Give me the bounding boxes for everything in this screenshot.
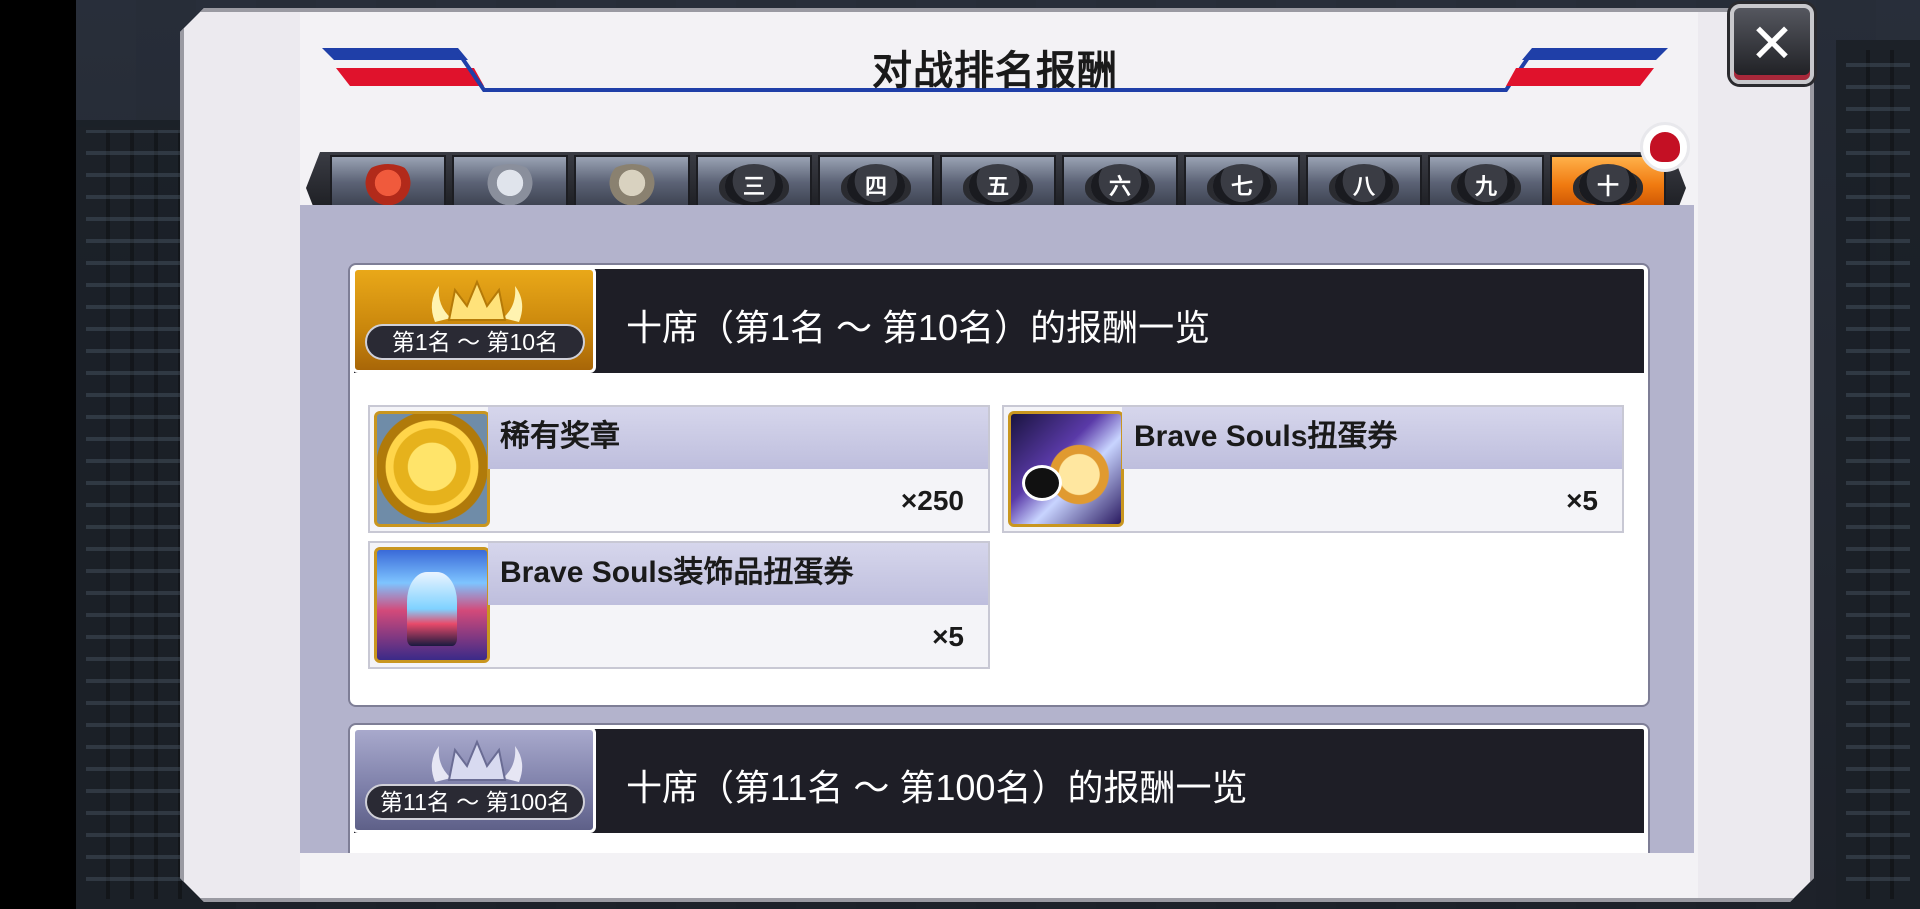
reward-quantity: ×5 [1566, 485, 1598, 516]
rank-range-label: 第1名 ～ 第10名 [365, 324, 585, 360]
crown-icon [431, 279, 523, 322]
tab-label: 八 [1335, 164, 1393, 206]
section-header: 第1名 ～ 第10名 十席（第1名 ～ 第10名）的报酬一览 [352, 267, 1644, 373]
gacha-ticket-icon [1008, 411, 1124, 527]
reward-item: Brave Souls扭蛋券 ×5 [1002, 405, 1624, 533]
reward-quantity: ×5 [932, 621, 964, 652]
rare-medal-icon [374, 411, 490, 527]
tab-label: 六 [1091, 164, 1149, 206]
dialog-header: 对战排名报酬 [322, 38, 1668, 98]
section-title: 十席（第1名 ～ 第10名）的报酬一览 [626, 307, 1211, 348]
rank-range-label: 第11名 ～ 第100名 [365, 784, 585, 820]
reward-item: Brave Souls装饰品扭蛋券 ×5 [368, 541, 990, 669]
tab-label: 四 [847, 164, 905, 206]
rank-emblem-bronze-icon [603, 164, 661, 206]
reward-quantity: ×250 [900, 485, 964, 516]
tab-label: 十 [1579, 164, 1637, 206]
tab-label: 三 [725, 164, 783, 206]
section-title: 十席（第11名 ～ 第100名）的报酬一览 [626, 767, 1248, 808]
reward-name: Brave Souls装饰品扭蛋券 [488, 543, 988, 605]
reward-item: 稀有奖章 ×250 [368, 405, 990, 533]
background-building [1836, 40, 1920, 909]
reward-name: Brave Souls扭蛋券 [1122, 407, 1622, 469]
section-body [354, 833, 1644, 853]
tab-label: 五 [969, 164, 1027, 206]
rank-emblem-red-icon [359, 164, 417, 206]
section-body: 稀有奖章 ×250 Brave Souls扭蛋券 ×5 Brave Souls装… [354, 373, 1644, 701]
dialog-title: 对战排名报酬 [872, 49, 1118, 93]
rewards-list[interactable]: 第1名 ～ 第10名 十席（第1名 ～ 第10名）的报酬一览 稀有奖章 ×250… [300, 205, 1694, 853]
crown-icon [431, 739, 523, 782]
rank-badge: 第11名 ～ 第100名 [352, 727, 596, 833]
rank-emblem-silver-icon [481, 164, 539, 206]
tab-label: 七 [1213, 164, 1271, 206]
hollow-mask-icon [1640, 122, 1690, 172]
close-button[interactable]: ✕ [1730, 4, 1814, 84]
reward-section-top100: 第11名 ～ 第100名 十席（第11名 ～ 第100名）的报酬一览 [350, 725, 1648, 853]
reward-name: 稀有奖章 [488, 407, 988, 469]
tab-label: 九 [1457, 164, 1515, 206]
close-icon: ✕ [1749, 12, 1795, 75]
reward-section-top10: 第1名 ～ 第10名 十席（第1名 ～ 第10名）的报酬一览 稀有奖章 ×250… [350, 265, 1648, 705]
accessory-gacha-ticket-icon [374, 547, 490, 663]
rank-badge: 第1名 ～ 第10名 [352, 267, 596, 373]
section-header: 第11名 ～ 第100名 十席（第11名 ～ 第100名）的报酬一览 [352, 727, 1644, 833]
